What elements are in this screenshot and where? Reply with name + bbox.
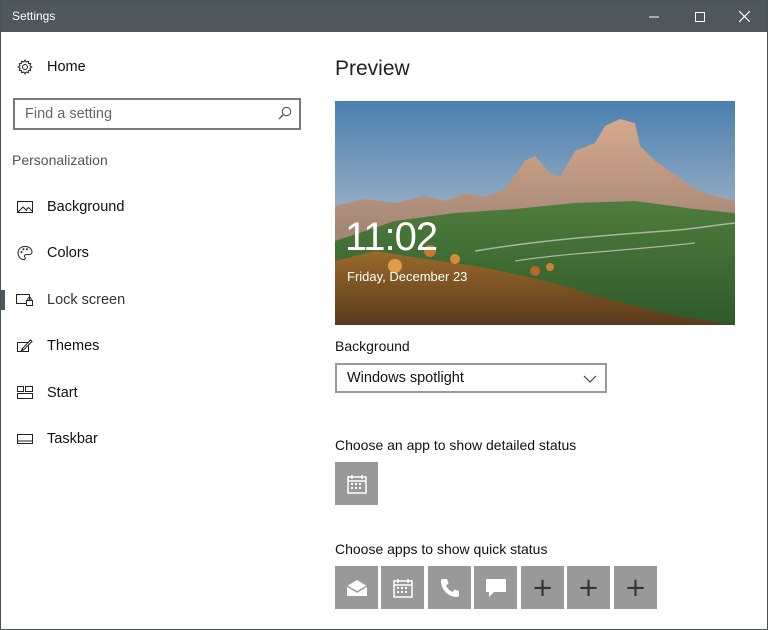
search-placeholder: Find a setting bbox=[25, 106, 113, 122]
sidebar-item-themes[interactable]: Themes bbox=[1, 326, 319, 366]
sidebar-item-colors[interactable]: Colors bbox=[1, 233, 319, 273]
main-content: Preview 11:02 Friday, December 23 Backgr… bbox=[335, 32, 755, 629]
picture-icon bbox=[16, 198, 34, 216]
taskbar-icon bbox=[16, 430, 34, 448]
window-title: Settings bbox=[12, 9, 56, 23]
maximize-icon bbox=[695, 11, 705, 22]
sidebar-item-label: Themes bbox=[47, 338, 100, 354]
sidebar-item-label: Start bbox=[47, 385, 78, 401]
plus-icon: + bbox=[577, 572, 600, 603]
maximize-button[interactable] bbox=[677, 1, 723, 32]
sidebar-item-label: Lock screen bbox=[47, 292, 126, 308]
selection-indicator bbox=[1, 290, 5, 310]
start-tiles-icon bbox=[16, 384, 34, 402]
phone-icon bbox=[440, 578, 459, 597]
lock-screen-preview: 11:02 Friday, December 23 bbox=[335, 101, 735, 325]
calendar-icon bbox=[392, 578, 413, 598]
sidebar-item-label: Home bbox=[47, 59, 86, 75]
background-label: Background bbox=[335, 338, 410, 354]
quick-status-add-button-1[interactable]: + bbox=[521, 566, 564, 609]
detailed-status-app-button[interactable] bbox=[335, 462, 378, 505]
sidebar-item-label: Colors bbox=[47, 245, 89, 261]
calendar-icon bbox=[346, 474, 367, 494]
close-icon bbox=[738, 11, 750, 22]
sidebar-item-taskbar[interactable]: Taskbar bbox=[1, 419, 319, 459]
quick-status-calendar-button[interactable] bbox=[381, 566, 424, 609]
preview-date: Friday, December 23 bbox=[347, 269, 468, 284]
chevron-down-icon bbox=[583, 371, 597, 389]
sidebar-item-start[interactable]: Start bbox=[1, 373, 319, 413]
background-dropdown[interactable]: Windows spotlight bbox=[335, 363, 607, 393]
landscape-image bbox=[335, 101, 735, 325]
message-icon bbox=[485, 578, 506, 597]
quick-status-phone-button[interactable] bbox=[428, 566, 471, 609]
mail-icon bbox=[346, 579, 367, 596]
quick-status-add-button-2[interactable]: + bbox=[567, 566, 610, 609]
preview-time: 11:02 bbox=[345, 215, 438, 259]
plus-icon: + bbox=[624, 572, 647, 603]
dropdown-value: Windows spotlight bbox=[347, 370, 464, 386]
quick-status-mail-button[interactable] bbox=[335, 566, 378, 609]
quick-status-label: Choose apps to show quick status bbox=[335, 541, 548, 557]
settings-window: Settings Home Find a setting Personaliza… bbox=[0, 0, 768, 630]
sidebar-item-lock-screen[interactable]: Lock screen bbox=[1, 280, 319, 320]
search-icon[interactable] bbox=[278, 106, 292, 125]
search-input[interactable]: Find a setting bbox=[13, 98, 301, 130]
minimize-icon bbox=[649, 16, 659, 17]
quick-status-add-button-3[interactable]: + bbox=[614, 566, 657, 609]
sidebar: Home Find a setting Personalization Back… bbox=[1, 32, 319, 629]
lock-screen-icon bbox=[16, 291, 34, 309]
quick-status-message-button[interactable] bbox=[474, 566, 517, 609]
page-title: Preview bbox=[335, 57, 410, 80]
minimize-button[interactable] bbox=[631, 1, 677, 32]
sidebar-item-home[interactable]: Home bbox=[1, 47, 319, 87]
title-bar[interactable]: Settings bbox=[1, 1, 767, 32]
palette-icon bbox=[16, 244, 34, 262]
gear-icon bbox=[16, 58, 34, 76]
close-button[interactable] bbox=[721, 1, 767, 32]
sidebar-item-background[interactable]: Background bbox=[1, 187, 319, 227]
sidebar-item-label: Taskbar bbox=[47, 431, 98, 447]
sidebar-item-label: Background bbox=[47, 199, 125, 215]
plus-icon: + bbox=[531, 572, 554, 603]
section-title: Personalization bbox=[12, 152, 108, 168]
brush-icon bbox=[16, 337, 34, 355]
detailed-status-label: Choose an app to show detailed status bbox=[335, 437, 577, 453]
